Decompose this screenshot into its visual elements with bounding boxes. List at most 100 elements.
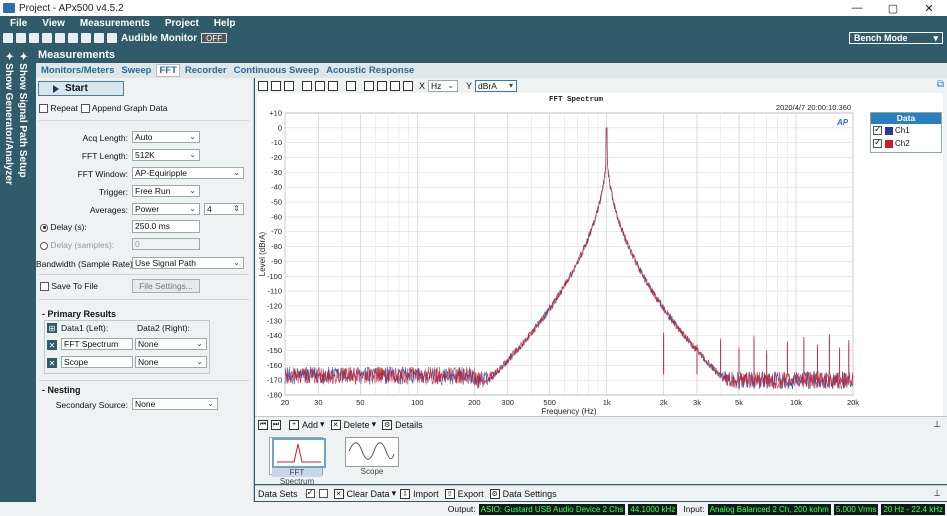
- trigger-select[interactable]: Free Run ⌄: [132, 185, 200, 197]
- settings-icon[interactable]: [42, 33, 52, 43]
- data-sets-check-all[interactable]: [305, 487, 315, 498]
- acq-length-select[interactable]: Auto ⌄: [132, 131, 200, 143]
- output-rate[interactable]: 44.1000 kHz: [628, 503, 678, 515]
- show-signal-path-toggle[interactable]: ✦ Show Signal Path Setup: [17, 52, 28, 178]
- legend-ch2[interactable]: Ch2: [871, 137, 941, 150]
- delete-button[interactable]: Delete: [344, 420, 370, 430]
- table-icon[interactable]: [364, 80, 374, 91]
- import-button[interactable]: Import: [413, 489, 439, 499]
- minimize-button[interactable]: —: [839, 0, 875, 16]
- menu-file[interactable]: File: [10, 18, 27, 29]
- row2-data2-select[interactable]: None ⌄: [135, 356, 207, 368]
- add-icon[interactable]: +: [289, 419, 299, 430]
- zoom-icon[interactable]: [302, 80, 312, 91]
- grid-icon[interactable]: [55, 33, 65, 43]
- report-icon[interactable]: [68, 33, 78, 43]
- input-band[interactable]: 20 Hz - 22.4 kHz: [881, 503, 945, 515]
- start-button[interactable]: Start: [38, 81, 124, 96]
- menu-view[interactable]: View: [42, 18, 65, 29]
- open-icon[interactable]: [16, 33, 26, 43]
- tab-continuous-sweep[interactable]: Continuous Sweep: [232, 65, 322, 76]
- copy-icon[interactable]: [271, 80, 281, 91]
- delay-samples-radio-dot[interactable]: [40, 241, 48, 250]
- repeat-checkbox[interactable]: Repeat: [39, 103, 78, 114]
- menu-project[interactable]: Project: [165, 18, 199, 29]
- remove-row-icon[interactable]: ✕: [47, 340, 57, 350]
- ch2-visible-checkbox[interactable]: [873, 137, 882, 148]
- cursor-icon[interactable]: [377, 80, 387, 91]
- pin-icon[interactable]: ⊥: [933, 419, 941, 430]
- menu-measurements[interactable]: Measurements: [80, 18, 150, 29]
- maximize-button[interactable]: ▢: [875, 0, 911, 16]
- row1-data2-select[interactable]: None ⌄: [135, 338, 207, 350]
- limit-icon[interactable]: [390, 80, 400, 91]
- append-check-box[interactable]: [81, 104, 90, 114]
- audible-monitor-toggle[interactable]: OFF: [201, 33, 228, 43]
- pan-icon[interactable]: [328, 80, 338, 91]
- save-to-file-checkbox[interactable]: Save To File: [40, 281, 98, 292]
- input-device[interactable]: Analog Balanced 2 Ch, 200 kohm: [707, 503, 831, 515]
- details-button[interactable]: Details: [395, 420, 423, 430]
- input-level[interactable]: 5.000 Vrms: [833, 503, 879, 515]
- tab-fft[interactable]: FFT: [156, 64, 180, 77]
- row2-data1-field[interactable]: Scope: [61, 356, 133, 368]
- delay-s-radio-dot[interactable]: [40, 223, 48, 232]
- move-icon[interactable]: [346, 80, 356, 91]
- y-unit-select[interactable]: dBrA ▾: [475, 79, 518, 92]
- remove-row-icon[interactable]: ✕: [47, 358, 57, 368]
- fft-length-select[interactable]: 512K ⌄: [132, 149, 200, 161]
- tool-icon[interactable]: [94, 33, 104, 43]
- repeat-check-box[interactable]: [39, 104, 48, 114]
- tab-acoustic-response[interactable]: Acoustic Response: [324, 65, 416, 76]
- ch1-visible-checkbox[interactable]: [873, 124, 882, 135]
- graph-tool-icon[interactable]: [258, 80, 268, 91]
- new-icon[interactable]: [3, 33, 13, 43]
- delay-s-input[interactable]: 250.0 ms: [132, 220, 200, 233]
- output-device[interactable]: ASIO: Gustard USB Audio Device 2 Chs: [478, 503, 626, 515]
- data-sets-check-none[interactable]: [318, 489, 328, 498]
- show-generator-toggle[interactable]: ✦ Show Generator/Analyzer: [3, 52, 14, 185]
- grid-options-icon[interactable]: ⊞: [47, 323, 57, 333]
- add-button[interactable]: Add: [302, 420, 318, 430]
- record-icon[interactable]: [81, 33, 91, 43]
- row1-data1-field[interactable]: FFT Spectrum: [61, 338, 133, 350]
- delay-s-radio[interactable]: Delay (s):: [40, 222, 87, 232]
- clear-data-button[interactable]: Clear Data: [347, 489, 390, 499]
- file-settings-button[interactable]: File Settings...: [132, 279, 200, 293]
- secondary-source-select[interactable]: None ⌄: [132, 398, 218, 410]
- clear-data-icon[interactable]: ✕: [333, 488, 344, 499]
- add-dropdown-icon[interactable]: ▾: [320, 419, 325, 430]
- export-icon[interactable]: ⇧: [444, 488, 455, 499]
- export-button[interactable]: Export: [458, 489, 484, 499]
- delete-icon[interactable]: ✕: [330, 419, 341, 430]
- options-icon[interactable]: [403, 80, 413, 91]
- save-to-file-check-box[interactable]: [40, 282, 49, 292]
- first-page-icon[interactable]: ⏮: [258, 419, 268, 430]
- pin-icon[interactable]: ⊥: [933, 488, 941, 499]
- tab-monitors-meters[interactable]: Monitors/Meters: [39, 65, 116, 76]
- x-unit-select[interactable]: Hz ⌄: [428, 79, 459, 92]
- print-icon[interactable]: [284, 80, 294, 91]
- delay-samples-input[interactable]: 0: [132, 238, 200, 250]
- data-settings-button[interactable]: Data Settings: [503, 489, 557, 499]
- last-page-icon[interactable]: ⏭: [271, 419, 281, 430]
- bench-mode-select[interactable]: Bench Mode ▾: [849, 32, 943, 44]
- data-settings-icon[interactable]: ⚙: [489, 488, 500, 499]
- delay-samples-radio[interactable]: Delay (samples):: [40, 240, 114, 250]
- clear-dropdown-icon[interactable]: ▾: [392, 488, 397, 499]
- averages-count-stepper[interactable]: 4 ⇕: [204, 203, 244, 215]
- menu-help[interactable]: Help: [214, 18, 236, 29]
- append-graph-data-checkbox[interactable]: Append Graph Data: [81, 103, 168, 114]
- bandwidth-select[interactable]: Use Signal Path ⌄: [132, 257, 244, 269]
- stepper-arrows-icon[interactable]: ⇕: [233, 204, 240, 214]
- zoom-fit-icon[interactable]: [315, 80, 325, 91]
- import-icon[interactable]: ⇩: [400, 488, 411, 499]
- details-icon[interactable]: ⚙: [382, 419, 393, 430]
- tab-recorder[interactable]: Recorder: [183, 65, 229, 76]
- popout-icon[interactable]: ⧉: [937, 79, 944, 90]
- close-button[interactable]: ✕: [911, 0, 947, 16]
- save-icon[interactable]: [29, 33, 39, 43]
- thumb-fft-spectrum[interactable]: FFT Spectrum: [269, 437, 326, 486]
- delete-dropdown-icon[interactable]: ▾: [372, 419, 377, 430]
- fft-window-select[interactable]: AP-Equiripple ⌄: [132, 167, 244, 179]
